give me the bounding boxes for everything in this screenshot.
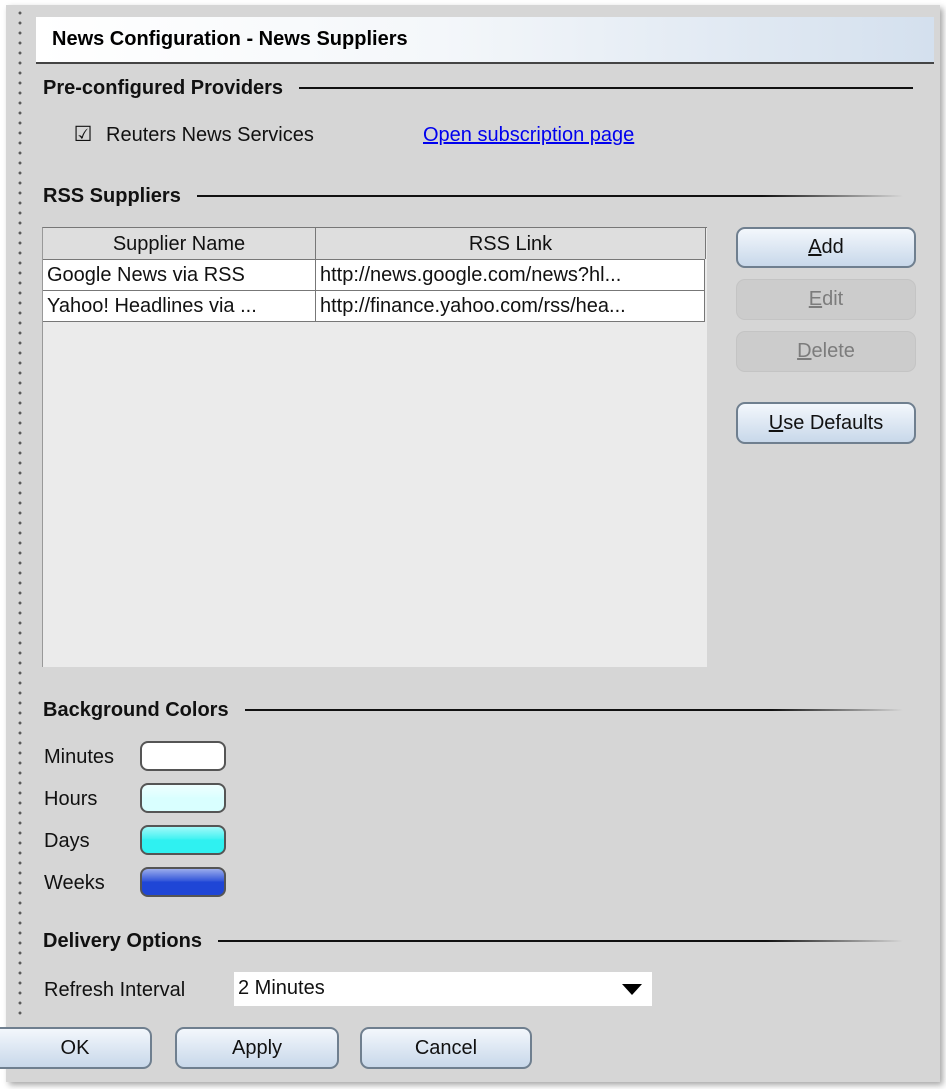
weeks-color-swatch[interactable] [140, 867, 226, 897]
delete-button[interactable]: Delete [736, 331, 916, 372]
refresh-interval-select[interactable]: 2 Minutes [234, 972, 652, 1006]
chevron-down-icon[interactable] [622, 984, 642, 995]
section-heading: Background Colors [43, 698, 229, 721]
days-color-swatch[interactable] [140, 825, 226, 855]
section-heading: Pre-configured Providers [43, 76, 284, 99]
rss-link-cell: http://finance.yahoo.com/rss/hea... [316, 291, 705, 321]
weeks-label: Weeks [44, 872, 105, 894]
supplier-name-cell: Yahoo! Headlines via ... [43, 291, 316, 321]
minutes-color-swatch[interactable] [140, 741, 226, 771]
add-mnemonic: A [808, 236, 822, 258]
edit-mnemonic: E [808, 288, 823, 310]
section-heading: RSS Suppliers [43, 184, 181, 207]
use-defaults-label-rest: se Defaults [783, 412, 884, 434]
rss-link-cell: http://news.google.com/news?hl... [316, 260, 705, 290]
edit-label-rest: dit [822, 288, 844, 310]
panel-resize-handle[interactable] [18, 8, 22, 1018]
rss-suppliers-table[interactable]: Supplier Name RSS Link Google News via R… [42, 227, 707, 667]
section-divider [217, 940, 903, 942]
minutes-label: Minutes [44, 746, 115, 768]
background-colors-section: Background Colors [43, 696, 903, 724]
title-bar: News Configuration - News Suppliers [36, 17, 934, 64]
add-label-rest: dd [821, 236, 844, 258]
section-divider [196, 195, 903, 197]
hours-label: Hours [44, 788, 98, 810]
section-divider [299, 87, 913, 89]
table-header: Supplier Name RSS Link [43, 228, 706, 260]
delete-mnemonic: D [797, 340, 812, 362]
ok-button[interactable]: OK [0, 1027, 152, 1069]
delivery-options-section: Delivery Options [43, 927, 903, 955]
window-title: News Configuration - News Suppliers [52, 28, 408, 50]
use-defaults-mnemonic: U [768, 412, 784, 434]
section-divider [244, 709, 903, 711]
open-subscription-link[interactable]: Open subscription page [423, 124, 634, 147]
hours-color-swatch[interactable] [140, 783, 226, 813]
section-heading: Delivery Options [43, 929, 202, 952]
supplier-name-cell: Google News via RSS [43, 260, 316, 290]
reuters-label: Reuters News Services [106, 124, 314, 146]
use-defaults-button[interactable]: Use Defaults [736, 402, 916, 444]
add-button[interactable]: Add [736, 227, 916, 268]
cancel-button[interactable]: Cancel [360, 1027, 532, 1069]
column-header-rss-link[interactable]: RSS Link [316, 228, 706, 259]
edit-button[interactable]: Edit [736, 279, 916, 320]
reuters-checkbox[interactable]: ☑ [72, 124, 94, 146]
delete-label-rest: elete [811, 340, 855, 362]
preconfigured-providers-section: Pre-configured Providers [43, 74, 913, 102]
refresh-interval-value: 2 Minutes [238, 977, 325, 999]
column-header-supplier-name[interactable]: Supplier Name [43, 228, 316, 259]
apply-button[interactable]: Apply [175, 1027, 339, 1069]
days-label: Days [44, 830, 90, 852]
table-row[interactable]: Yahoo! Headlines via ... http://finance.… [43, 291, 705, 322]
table-row[interactable]: Google News via RSS http://news.google.c… [43, 260, 705, 291]
rss-suppliers-section: RSS Suppliers [43, 182, 903, 210]
refresh-interval-label: Refresh Interval [44, 979, 186, 1001]
